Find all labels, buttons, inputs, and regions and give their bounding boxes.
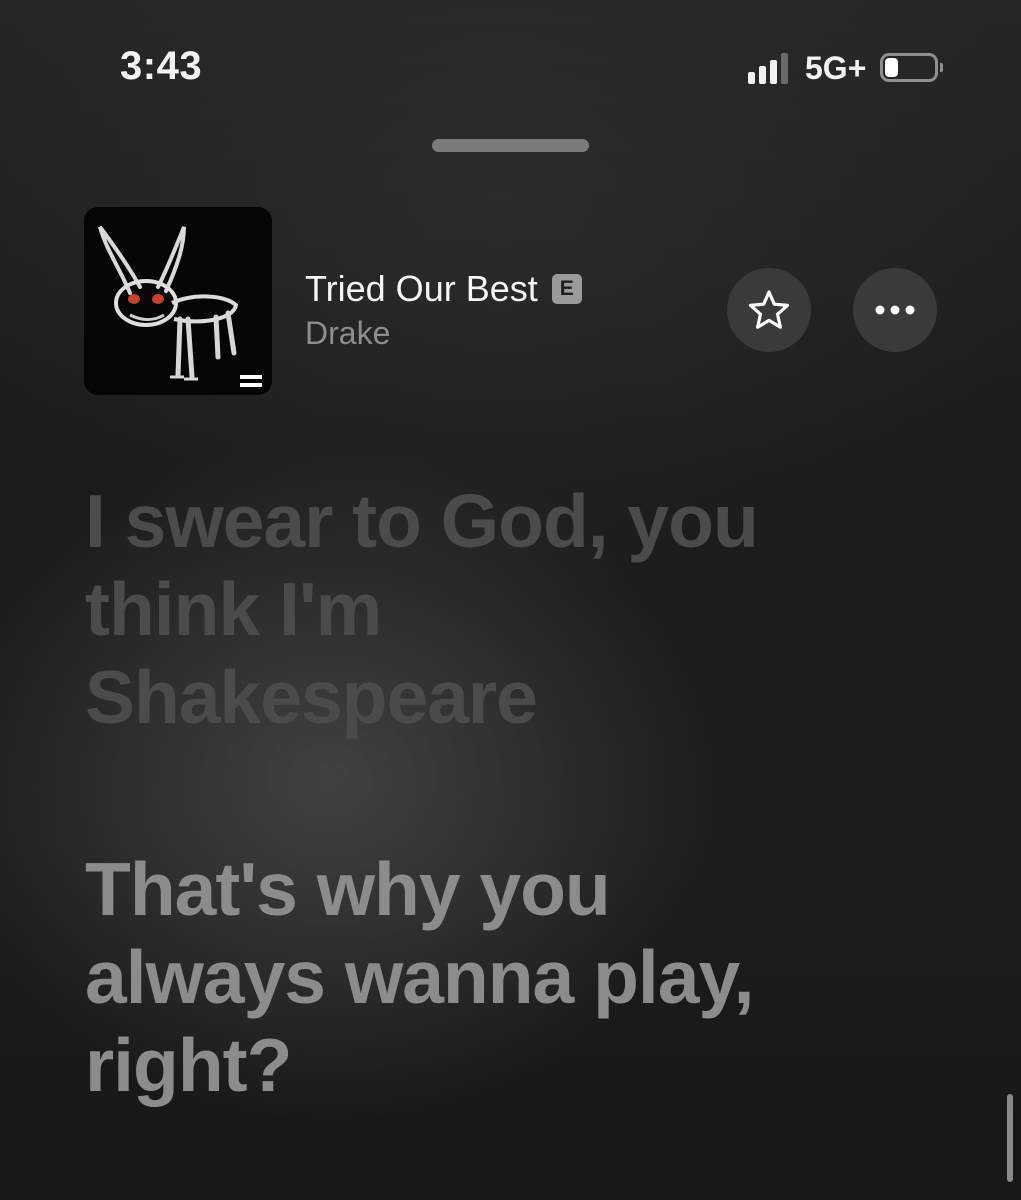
lyric-current-line[interactable]: That's why you always wanna play, right? [85,845,965,1109]
lyric-line: right? [85,1023,292,1107]
status-time: 3:43 [120,44,203,88]
star-outline-icon [748,290,790,329]
song-title[interactable]: Tried Our Best [305,268,538,310]
battery-icon [880,53,943,82]
album-artwork[interactable] [84,207,272,395]
album-artwork-drawing [98,225,262,387]
artist-name[interactable]: Drake [305,315,390,352]
song-title-row: Tried Our Best E [305,268,582,310]
lyric-previous-line[interactable]: I swear to God, you think I'm Shakespear… [85,477,965,741]
lyric-line: That's why you [85,847,611,931]
explicit-badge: E [551,274,582,304]
network-type: 5G+ [805,50,867,86]
favorite-button[interactable] [727,268,811,352]
more-options-button[interactable] [853,268,937,352]
lyric-line: think I'm [85,567,382,651]
lyric-line: Shakespeare [85,655,538,739]
sheet-grabber-handle[interactable] [432,139,589,152]
lyric-line: I swear to God, you [85,479,759,563]
scroll-indicator[interactable] [1007,1094,1013,1182]
cellular-signal-icon [748,52,788,84]
ellipsis-icon [875,305,915,315]
lyric-line: always wanna play, [85,935,754,1019]
